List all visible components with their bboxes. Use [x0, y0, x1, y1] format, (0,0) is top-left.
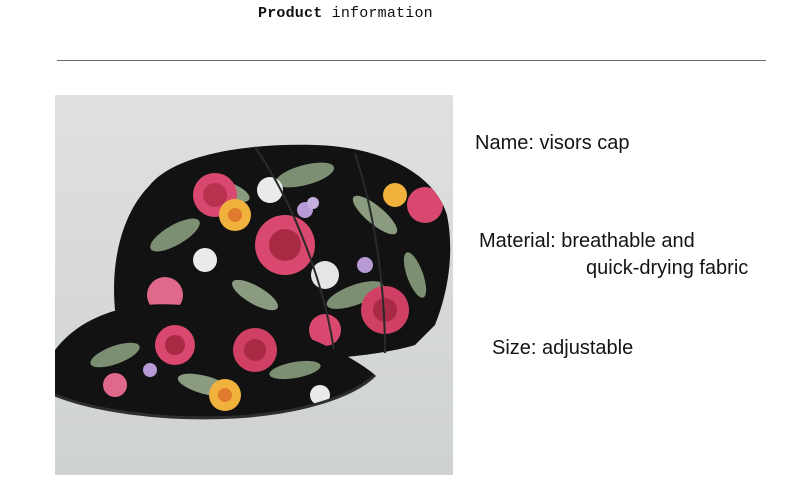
title-divider: [57, 60, 766, 61]
section-title-rest: information: [331, 5, 433, 22]
section-title-bold: Product: [258, 5, 323, 22]
section-title: Product information: [258, 5, 433, 22]
spec-name: Name: visors cap: [475, 132, 630, 154]
spec-size: Size: adjustable: [492, 337, 634, 359]
spec-material: Material: breathable and: [479, 230, 695, 252]
product-image: [55, 95, 453, 475]
floral-cap-illustration: [55, 144, 451, 420]
spec-material-continued: quick-drying fabric: [586, 257, 749, 279]
